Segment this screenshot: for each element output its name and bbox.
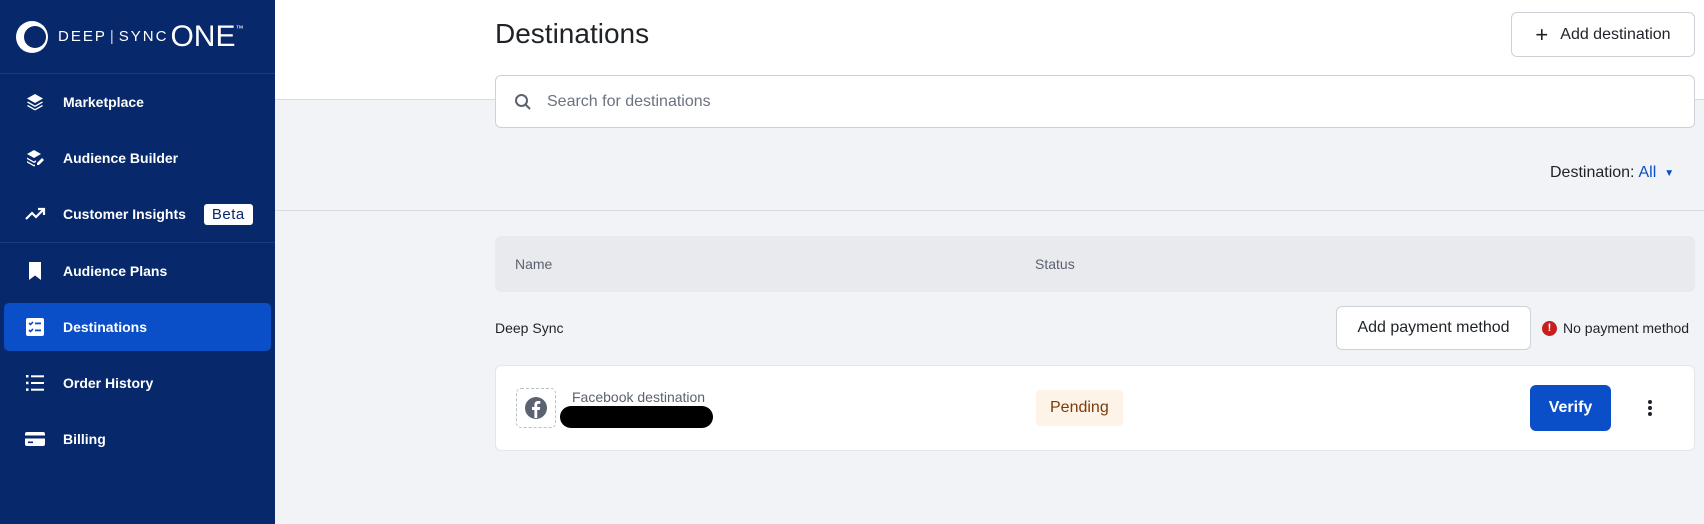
checklist-icon	[24, 316, 46, 338]
table-header: Name Status	[495, 236, 1695, 292]
beta-badge: Beta	[203, 203, 253, 225]
layers-icon	[24, 91, 46, 113]
list-icon	[24, 372, 46, 394]
more-options-icon[interactable]	[1638, 394, 1662, 422]
search-input[interactable]	[547, 92, 1694, 111]
destination-filter-value: All	[1638, 164, 1657, 181]
search-bar[interactable]	[495, 75, 1695, 128]
sidebar-item-label: Order History	[63, 375, 154, 391]
destination-logo	[516, 388, 556, 428]
add-destination-label: Add destination	[1560, 25, 1671, 43]
brand-logo[interactable]: DEEP | SYNC ONE ™	[0, 0, 275, 74]
sidebar-item-customer-insights[interactable]: Customer Insights Beta	[4, 186, 271, 242]
layers-edit-icon	[24, 147, 46, 169]
sidebar-item-order-history[interactable]: Order History	[4, 355, 271, 411]
error-icon: !	[1542, 320, 1557, 336]
page-title: Destinations	[495, 18, 650, 49]
nav-group-primary: Marketplace Audience Builder Customer In…	[0, 74, 275, 243]
destination-filter-dropdown[interactable]: Destination: All ▼	[1550, 164, 1674, 182]
column-header-name[interactable]: Name	[515, 256, 552, 272]
sidebar: DEEP | SYNC ONE ™ Marketplace Audience B…	[0, 0, 275, 524]
destination-filter-label: Destination:	[1550, 164, 1635, 181]
sidebar-item-audience-builder[interactable]: Audience Builder	[4, 130, 271, 186]
sidebar-item-audience-plans[interactable]: Audience Plans	[4, 243, 271, 299]
add-payment-method-button[interactable]: Add payment method	[1336, 306, 1531, 350]
payment-status: ! No payment method	[1542, 320, 1689, 336]
facebook-icon	[525, 397, 547, 419]
sidebar-item-destinations[interactable]: Destinations	[4, 303, 271, 351]
column-header-status[interactable]: Status	[1035, 256, 1075, 272]
sidebar-item-label: Billing	[63, 431, 106, 447]
destination-type: Facebook destination	[572, 389, 706, 405]
table-row[interactable]: Facebook destination Pending Verify	[495, 365, 1695, 451]
sidebar-item-marketplace[interactable]: Marketplace	[4, 74, 271, 130]
sidebar-item-label: Marketplace	[63, 94, 144, 110]
sidebar-item-label: Audience Plans	[63, 263, 168, 279]
caret-down-icon: ▼	[1664, 167, 1675, 179]
bookmark-icon	[24, 260, 46, 282]
group-name: Deep Sync	[495, 320, 564, 336]
deep-sync-logo-icon	[16, 20, 48, 53]
redacted-destination-name	[560, 406, 713, 428]
nav-group-secondary: Audience Plans Destinations Order Histor…	[0, 243, 275, 467]
verify-button[interactable]: Verify	[1530, 385, 1611, 431]
sidebar-item-billing[interactable]: Billing	[4, 411, 271, 467]
sidebar-item-label: Customer Insights	[63, 206, 186, 222]
sidebar-item-label: Audience Builder	[63, 150, 179, 166]
search-icon	[515, 93, 531, 110]
plus-icon: +	[1535, 21, 1549, 47]
sidebar-item-label: Destinations	[63, 319, 148, 335]
trending-up-icon	[24, 203, 46, 225]
add-destination-button[interactable]: + Add destination	[1511, 12, 1695, 57]
status-badge: Pending	[1036, 390, 1123, 426]
credit-card-icon	[24, 428, 46, 450]
brand-name: DEEP | SYNC ONE ™	[58, 19, 246, 53]
payment-status-text: No payment method	[1563, 320, 1690, 336]
